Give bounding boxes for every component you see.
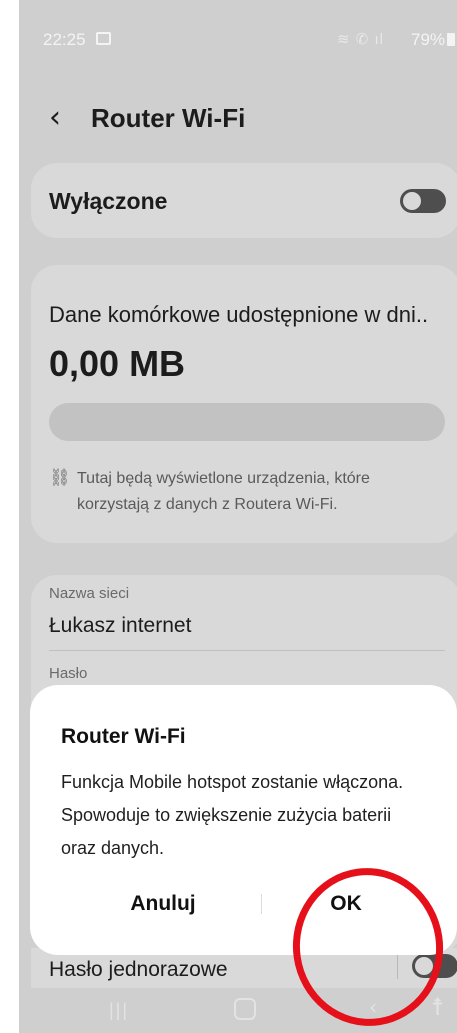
devices-info-text: Tutaj będą wyświetlone urządzenia, które… (77, 470, 370, 513)
button-divider (261, 894, 262, 914)
data-usage-card: Dane komórkowe udostępnione w dni.. 0,00… (31, 265, 457, 543)
status-bar: 22:25 ≋ ✆ ıl 79% (19, 22, 457, 52)
otp-label: Hasło jednorazowe (49, 958, 228, 981)
hotspot-toggle-card[interactable]: Wyłączone (31, 163, 457, 238)
status-time: 22:25 (43, 30, 86, 49)
cancel-button[interactable]: Anuluj (88, 884, 238, 924)
data-usage-value: 0,00 MB (49, 343, 186, 384)
battery-icon (447, 33, 455, 46)
accessibility-icon[interactable]: ☨ (431, 993, 444, 1021)
phone-screen: 22:25 ≋ ✆ ıl 79% ‹ Router Wi-Fi Wyłączon… (19, 0, 457, 1033)
page-title: Router Wi-Fi (91, 103, 246, 133)
password-label: Hasło (49, 665, 88, 682)
back-icon[interactable]: ‹ (49, 100, 61, 135)
recents-icon[interactable]: ||| (109, 1000, 127, 1020)
divider (49, 650, 445, 651)
hotspot-toggle-switch[interactable] (400, 189, 446, 213)
battery-percent: 79% (411, 30, 446, 49)
network-name-label: Nazwa sieci (49, 585, 130, 602)
network-name-value[interactable]: Łukasz internet (49, 614, 191, 638)
data-usage-bar (49, 403, 445, 441)
signal-icon: ≋ ✆ ıl (337, 31, 384, 48)
dialog-title: Router Wi-Fi (61, 725, 186, 748)
dialog-message: Funkcja Mobile hotspot zostanie włączona… (61, 772, 404, 858)
hotspot-state-label: Wyłączone (49, 188, 168, 214)
image-icon (96, 32, 111, 45)
data-usage-label: Dane komórkowe udostępnione w dni.. (49, 302, 429, 327)
toggle-knob (403, 192, 421, 210)
link-icon: ⛓ (49, 468, 71, 487)
home-icon[interactable] (234, 998, 256, 1020)
